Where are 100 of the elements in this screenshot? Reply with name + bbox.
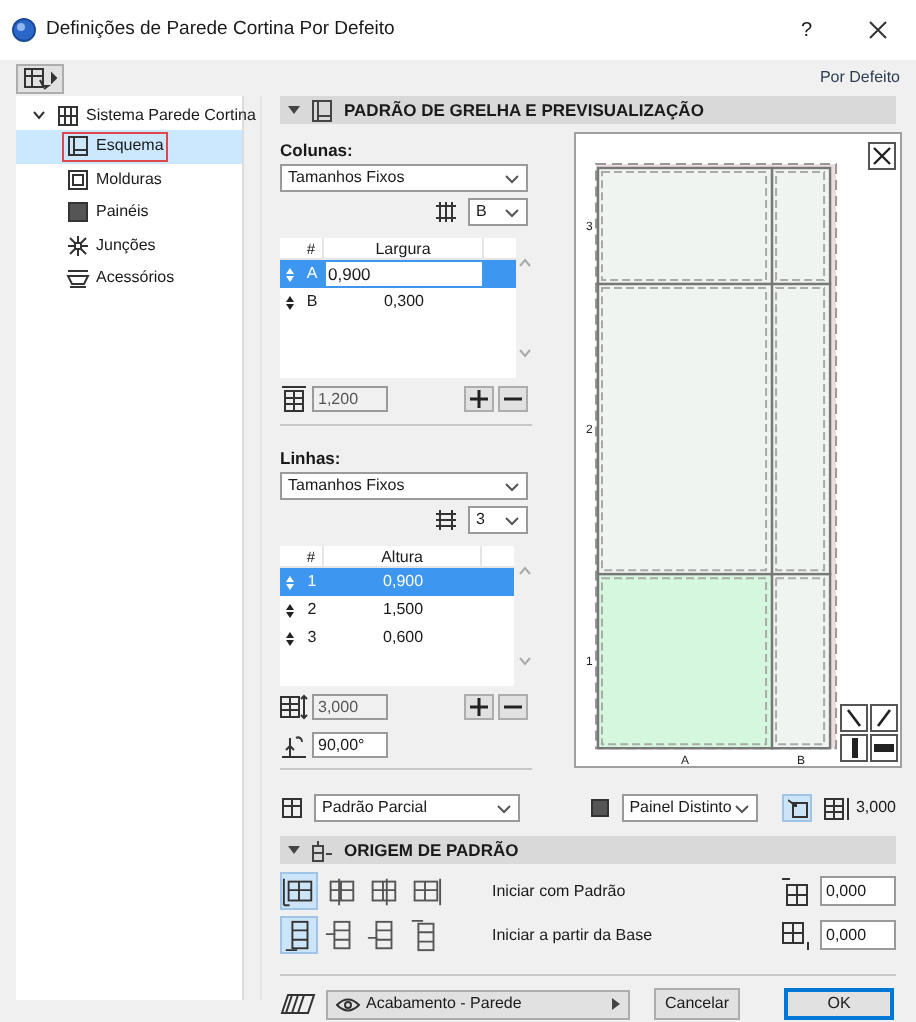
remove-button[interactable] (498, 386, 528, 412)
horizontal-offset-icon (780, 875, 812, 907)
pattern-icon (280, 796, 304, 820)
vertical-offset-icon (780, 919, 812, 951)
offset-field[interactable]: 0,000 (820, 920, 896, 950)
plus-icon (470, 390, 488, 408)
diagonal-down-button[interactable] (840, 704, 868, 732)
diagonal-line-icon (874, 708, 894, 728)
origin-grid-icon (282, 873, 316, 909)
collapse-icon[interactable] (32, 108, 46, 122)
table-cell-text: 0,300 (381, 290, 427, 314)
origin-option-button[interactable] (280, 872, 318, 910)
close-preview-button[interactable] (868, 142, 896, 170)
horizontal-bar-icon (874, 738, 894, 758)
total-width-icon (280, 386, 308, 412)
chevron-down-icon (504, 479, 520, 493)
app-icon (12, 18, 36, 42)
add-button[interactable] (464, 694, 494, 720)
grid-icon (434, 508, 458, 532)
row-id: 2 (305, 598, 319, 622)
tree-item[interactable]: Acessórios (62, 263, 179, 294)
row-id: B (304, 290, 320, 314)
origin-grid-icon (408, 873, 442, 909)
offset-field[interactable]: 0,000 (820, 876, 896, 906)
height-value: 3,000 (855, 796, 896, 820)
layer-dropdown[interactable]: Acabamento - Parede (326, 989, 630, 1019)
remove-button[interactable] (498, 694, 528, 720)
chevron-down-icon (504, 171, 520, 185)
section-label: Linhas: (280, 446, 343, 466)
chevron-down-icon (495, 801, 512, 815)
reorder-icon[interactable] (286, 295, 294, 309)
table-row[interactable]: B 0,300 (280, 288, 516, 316)
section-header[interactable]: PADRÃO DE GRELHA E PREVISUALIZAÇÃO (280, 96, 896, 124)
collapse-icon[interactable] (288, 845, 300, 855)
section-label: Colunas: (280, 138, 355, 158)
row-id: 3 (305, 626, 319, 650)
table-cell-text: 0,600 (381, 626, 426, 650)
option-label: Iniciar com Padrão (492, 879, 628, 903)
origin-option-button[interactable] (280, 916, 318, 954)
close-icon[interactable] (868, 20, 888, 40)
tree-item[interactable]: Esquema (62, 131, 168, 162)
row-id: A (300, 260, 324, 288)
collapse-icon[interactable] (288, 105, 300, 115)
angle-field[interactable]: 90,00° (312, 732, 388, 758)
import-icon (787, 798, 808, 818)
table-row[interactable]: A 0,900 (280, 260, 516, 288)
pattern-dropdown[interactable]: Padrão Parcial (314, 794, 520, 822)
reorder-icon[interactable] (286, 603, 294, 617)
count-dropdown[interactable]: B (468, 198, 528, 226)
origin-grid-icon (324, 873, 358, 909)
grid-icon (434, 200, 458, 224)
eye-icon (336, 997, 360, 1011)
favorites-icon (22, 67, 58, 89)
tree-item[interactable]: Painéis (62, 197, 153, 228)
angle-icon (280, 733, 308, 757)
horizontal-view-button[interactable] (870, 734, 898, 762)
default-label: Por Defeito (819, 66, 900, 90)
height-icon (823, 796, 852, 820)
total-field[interactable]: 3,000 (312, 694, 388, 720)
import-button[interactable] (782, 794, 812, 822)
window-title: Definições de Parede Cortina Por Defeito (46, 15, 397, 44)
cancel-button[interactable]: Cancelar (654, 988, 740, 1020)
junction-icon (66, 233, 90, 258)
submenu-arrow-icon (612, 998, 620, 1010)
tree-item[interactable]: Molduras (62, 164, 166, 195)
value-input[interactable]: 0,900 (324, 260, 484, 288)
reorder-icon[interactable] (286, 631, 294, 645)
accessory-icon (66, 266, 90, 291)
table-row[interactable]: 3 0,600 (280, 624, 515, 652)
panel-icon (587, 796, 612, 820)
origin-icon (310, 839, 334, 861)
table-cell: 0,900 (324, 568, 483, 596)
panel-dropdown[interactable]: Painel Distinto (621, 794, 759, 822)
tree-item[interactable]: Junções (62, 230, 160, 261)
chevron-down-icon (504, 205, 520, 219)
option-label: Iniciar a partir da Base (492, 923, 655, 947)
grid-icon (310, 99, 334, 121)
total-height-icon (280, 694, 308, 720)
help-button[interactable]: ? (800, 15, 812, 45)
panel-icon (66, 200, 90, 225)
column-header: Altura (324, 546, 483, 566)
total-field[interactable]: 1,200 (312, 386, 388, 412)
diagonal-line-icon (844, 708, 864, 728)
add-button[interactable] (464, 386, 494, 412)
vertical-view-button[interactable] (840, 734, 868, 762)
mode-dropdown[interactable]: Tamanhos Fixos (280, 472, 528, 500)
favorites-button[interactable] (16, 63, 64, 93)
table-cell-text: 1,500 (381, 598, 426, 622)
mode-dropdown[interactable]: Tamanhos Fixos (280, 164, 528, 192)
tree-item[interactable]: Sistema Parede Cortina (86, 103, 256, 127)
ok-button[interactable]: OK (784, 988, 894, 1020)
layout-icon (66, 134, 90, 159)
frame-icon (66, 167, 90, 192)
diagonal-up-button[interactable] (870, 704, 898, 732)
count-dropdown[interactable]: 3 (468, 506, 528, 534)
chevron-down-icon (504, 513, 520, 527)
table-row[interactable]: 2 1,500 (280, 596, 515, 624)
section-header[interactable]: ORIGEM DE PADRÃO (280, 836, 896, 864)
chevron-down-icon (734, 801, 751, 815)
row-id: 1 (300, 568, 324, 596)
